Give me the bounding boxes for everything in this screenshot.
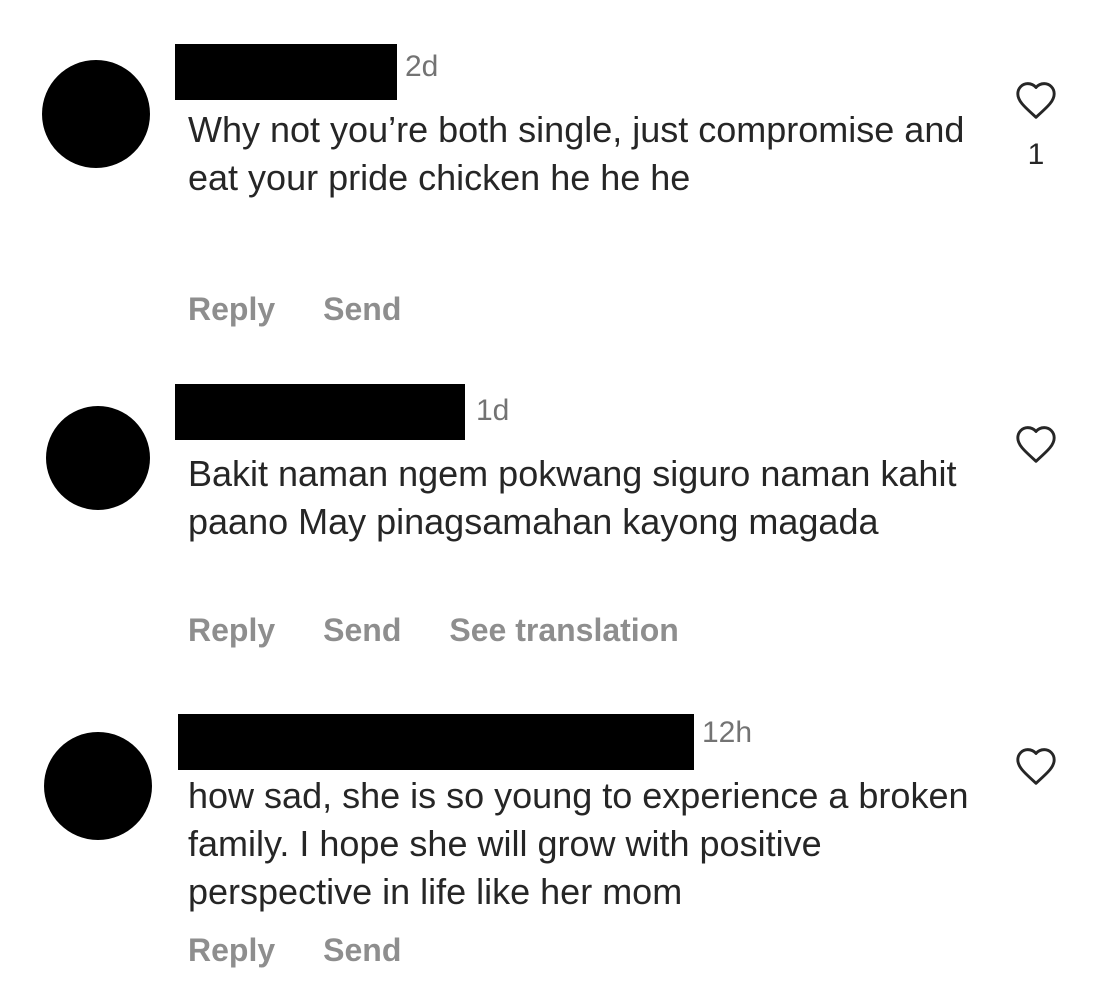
comment-text: how sad, she is so young to experience a… — [188, 775, 969, 912]
comment-item: 12h how sad, she is so young to experien… — [0, 0, 1120, 997]
comment-timestamp: 12h — [702, 716, 753, 749]
username-redacted[interactable] — [178, 714, 694, 770]
reply-button[interactable]: Reply — [188, 934, 275, 966]
heart-outline-icon — [1016, 748, 1056, 785]
comment-actions: Reply Send — [188, 934, 401, 966]
send-button[interactable]: Send — [323, 934, 401, 966]
like-button[interactable] — [1014, 746, 1058, 786]
avatar[interactable] — [44, 732, 152, 840]
